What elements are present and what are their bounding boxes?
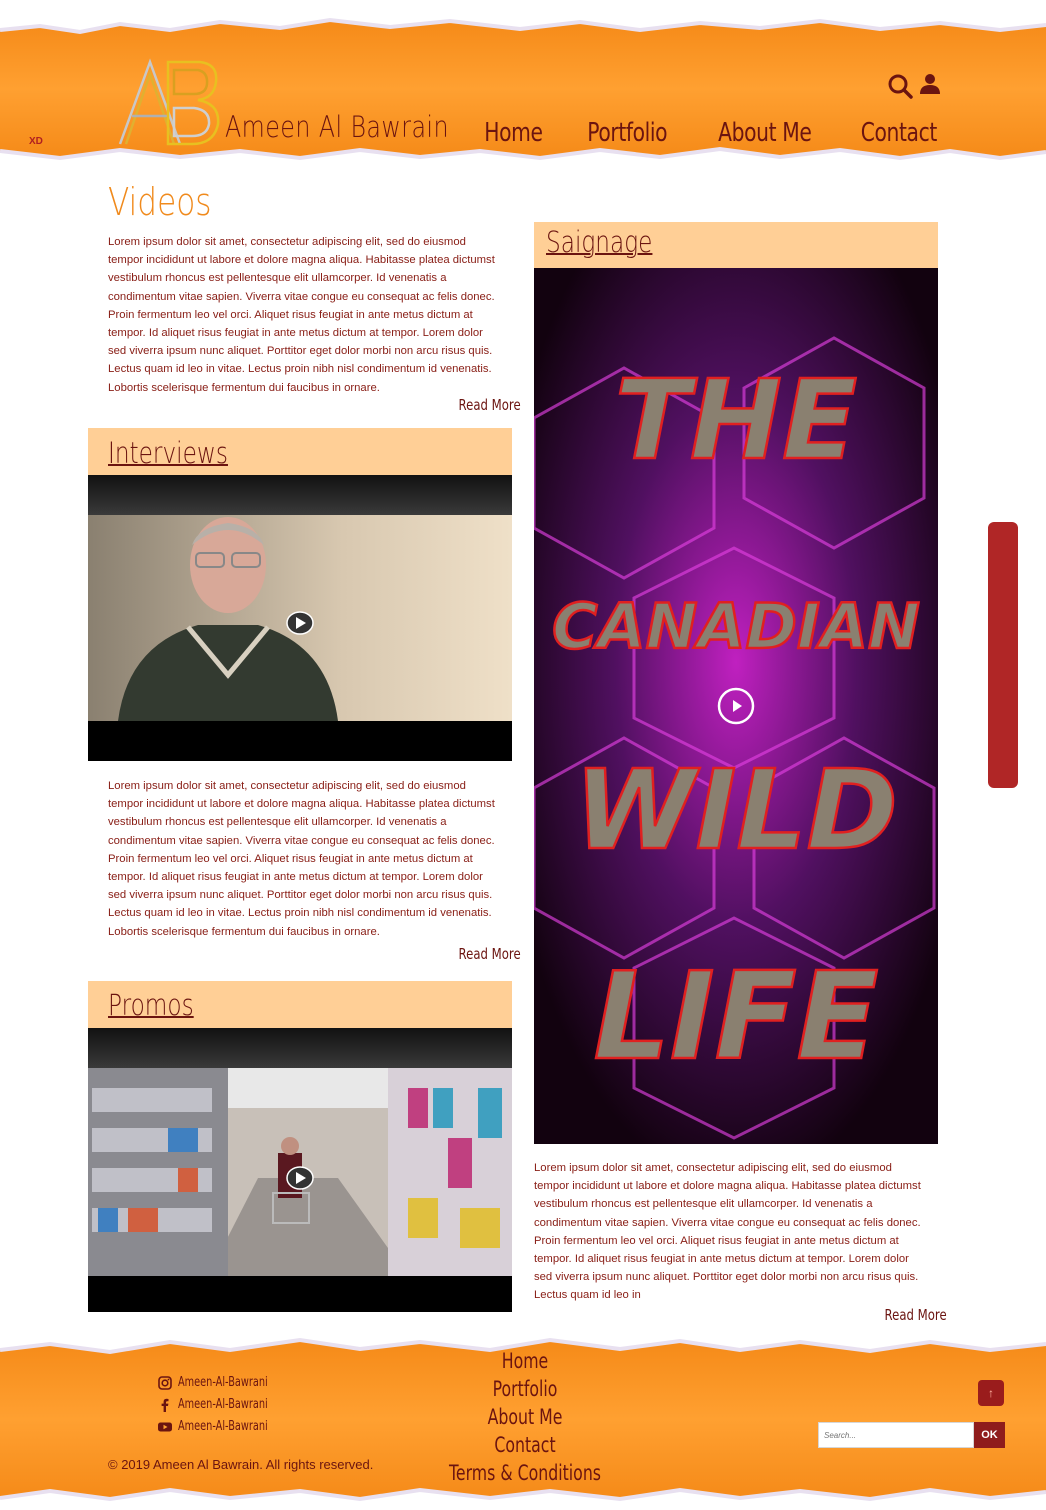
nav-contact[interactable]: Contact (861, 118, 938, 148)
social-label: Ameen-Al-Bawrani (178, 1375, 268, 1390)
social-facebook[interactable]: Ameen-Al-Bawrani (158, 1397, 298, 1412)
main-nav: Home Portfolio About Me Contact (476, 118, 948, 148)
search-icon[interactable] (886, 72, 914, 100)
facebook-icon (161, 1398, 169, 1412)
interviews-title[interactable]: Interviews (108, 436, 228, 470)
back-to-top-button[interactable]: ↑ (978, 1380, 1004, 1406)
poster-word-3: WILD (574, 746, 898, 874)
poster-word-1: THE (615, 356, 857, 484)
side-feedback-tab[interactable] (988, 522, 1018, 788)
signage-text: Lorem ipsum dolor sit amet, consectetur … (534, 1162, 921, 1302)
social-youtube[interactable]: Ameen-Al-Bawrani (158, 1419, 298, 1434)
footer-search-input[interactable] (818, 1422, 974, 1448)
interviews-text: Lorem ipsum dolor sit amet, consectetur … (108, 780, 495, 938)
play-icon[interactable] (286, 609, 314, 637)
user-icon[interactable] (918, 72, 942, 96)
promos-title[interactable]: Promos (108, 988, 194, 1022)
read-more-link[interactable]: Read More (459, 396, 521, 414)
poster-word-4: LIFE (593, 948, 878, 1087)
footer-nav: Home Portfolio About Me Contact Terms & … (420, 1347, 630, 1487)
signage-title[interactable]: Saignage (546, 225, 652, 259)
youtube-icon (158, 1422, 172, 1431)
play-icon[interactable] (286, 1164, 314, 1192)
footer-nav-terms[interactable]: Terms & Conditions (446, 1459, 604, 1487)
footer-nav-contact[interactable]: Contact (446, 1431, 604, 1459)
videos-intro-text: Lorem ipsum dolor sit amet, consectetur … (108, 236, 495, 394)
instagram-icon (158, 1375, 172, 1390)
interviews-video[interactable] (88, 475, 512, 761)
xd-badge: XD (29, 136, 43, 147)
footer-nav-portfolio[interactable]: Portfolio (446, 1375, 604, 1403)
poster-word-2: CANADIAN (552, 590, 920, 663)
social-label: Ameen-Al-Bawrani (178, 1419, 268, 1434)
nav-about-me[interactable]: About Me (718, 118, 812, 148)
footer-search-button[interactable]: OK (974, 1422, 1005, 1448)
page-title: Videos (108, 180, 212, 224)
read-more-link[interactable]: Read More (459, 945, 521, 963)
promos-video[interactable] (88, 1028, 512, 1312)
nav-home[interactable]: Home (484, 118, 543, 148)
play-icon[interactable] (717, 687, 755, 725)
site-header: XD Ameen Al Bawrain Home Portfolio About… (0, 0, 1046, 180)
social-instagram[interactable]: Ameen-Al-Bawrani (158, 1375, 298, 1390)
footer-nav-about-me[interactable]: About Me (446, 1403, 604, 1431)
copyright-text: © 2019 Ameen Al Bawrain. All rights rese… (108, 1457, 374, 1472)
nav-portfolio[interactable]: Portfolio (588, 118, 668, 148)
ab-logo[interactable] (110, 54, 225, 149)
signage-video[interactable]: THE CANADIAN WILD LIFE (534, 268, 938, 1144)
brand-name[interactable]: Ameen Al Bawrain (225, 110, 449, 144)
footer-nav-home[interactable]: Home (446, 1347, 604, 1375)
social-label: Ameen-Al-Bawrani (178, 1397, 268, 1412)
